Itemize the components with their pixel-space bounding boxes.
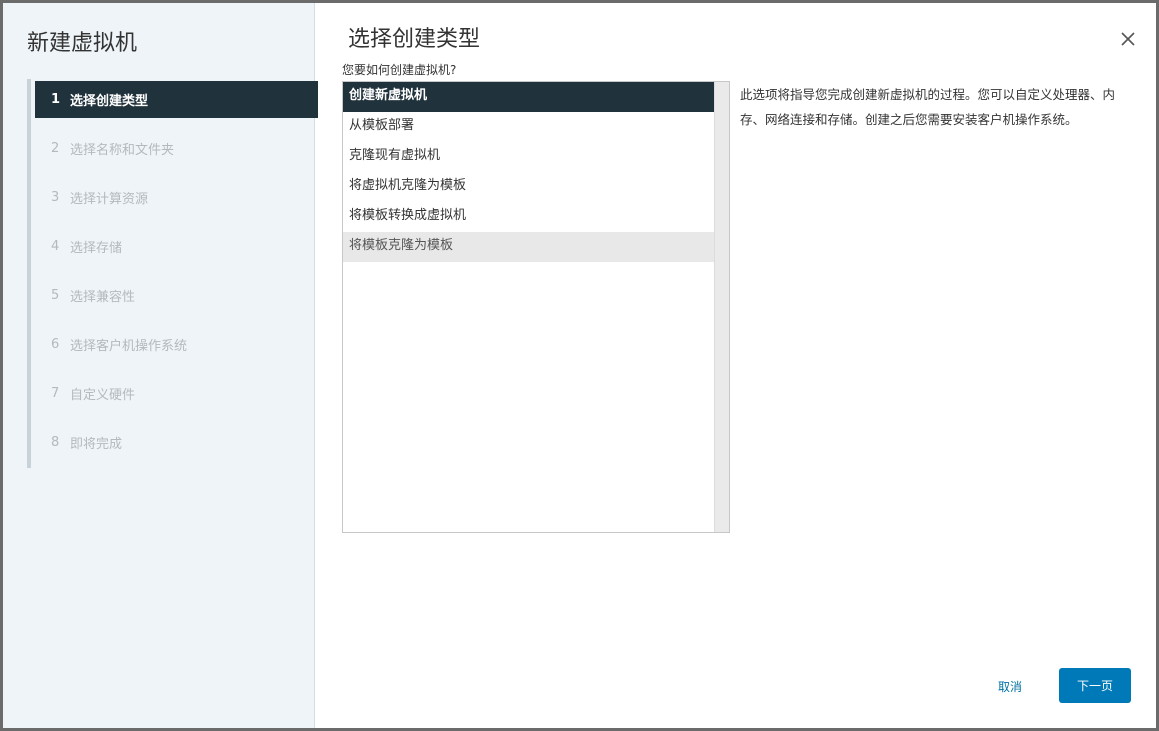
list-item-clone-vm-to-template[interactable]: 将虚拟机克隆为模板 [343, 172, 714, 202]
close-icon [1121, 32, 1135, 46]
list-scrollbar[interactable] [714, 82, 729, 532]
option-description: 此选项将指导您完成创建新虚拟机的过程。您可以自定义处理器、内存、网络连接和存储。… [740, 87, 1116, 127]
step-number: 2 [51, 141, 60, 156]
step-label: 即将完成 [70, 437, 123, 452]
step-number: 4 [51, 239, 60, 254]
wizard-step-7: 7 自定义硬件 [35, 375, 318, 412]
step-label: 选择客户机操作系统 [70, 339, 188, 354]
wizard-step-5: 5 选择兼容性 [35, 277, 318, 314]
wizard-step-1[interactable]: 1 选择创建类型 [35, 81, 318, 118]
step-number: 5 [51, 288, 60, 303]
step-label: 选择名称和文件夹 [70, 143, 175, 158]
step-label: 自定义硬件 [70, 388, 136, 403]
wizard-step-2: 2 选择名称和文件夹 [35, 130, 318, 167]
step-number: 1 [51, 92, 61, 107]
wizard-step-4: 4 选择存储 [35, 228, 318, 265]
wizard-step-6: 6 选择客户机操作系统 [35, 326, 318, 363]
step-number: 7 [51, 386, 60, 401]
list-item-convert-template-to-vm[interactable]: 将模板转换成虚拟机 [343, 202, 714, 232]
next-button[interactable]: 下一页 [1059, 668, 1131, 703]
creation-type-question: 您要如何创建虚拟机? [342, 63, 457, 77]
wizard-title: 新建虚拟机 [27, 31, 138, 56]
step-label: 选择创建类型 [70, 94, 149, 109]
dialog-backdrop: 新建虚拟机 1 选择创建类型 2 选择名称和文件夹 3 选择计算资源 4 选择存… [0, 0, 1159, 731]
creation-type-list[interactable]: 创建新虚拟机 从模板部署 克隆现有虚拟机 将虚拟机克隆为模板 将模板转换成虚拟机… [342, 81, 730, 533]
list-item-clone-existing-vm[interactable]: 克隆现有虚拟机 [343, 142, 714, 172]
wizard-step-3: 3 选择计算资源 [35, 179, 318, 216]
cancel-button[interactable]: 取消 [981, 669, 1039, 703]
wizard-step-8: 8 即将完成 [35, 424, 318, 461]
wizard-steps: 1 选择创建类型 2 选择名称和文件夹 3 选择计算资源 4 选择存储 5 选择… [27, 79, 318, 468]
wizard-sidebar: 新建虚拟机 1 选择创建类型 2 选择名称和文件夹 3 选择计算资源 4 选择存… [3, 3, 318, 728]
step-number: 8 [51, 435, 60, 450]
close-button[interactable] [1119, 30, 1137, 48]
step-label: 选择计算资源 [70, 192, 149, 207]
step-number: 6 [51, 337, 60, 352]
list-item-create-new-vm[interactable]: 创建新虚拟机 [343, 82, 714, 112]
page-title: 选择创建类型 [348, 27, 481, 52]
list-item-deploy-from-template[interactable]: 从模板部署 [343, 112, 714, 142]
step-label: 选择存储 [70, 241, 123, 256]
step-label: 选择兼容性 [70, 290, 136, 305]
list-item-clone-template-to-template[interactable]: 将模板克隆为模板 [343, 232, 714, 262]
new-vm-wizard-dialog: 新建虚拟机 1 选择创建类型 2 选择名称和文件夹 3 选择计算资源 4 选择存… [3, 3, 1156, 728]
step-number: 3 [51, 190, 60, 205]
